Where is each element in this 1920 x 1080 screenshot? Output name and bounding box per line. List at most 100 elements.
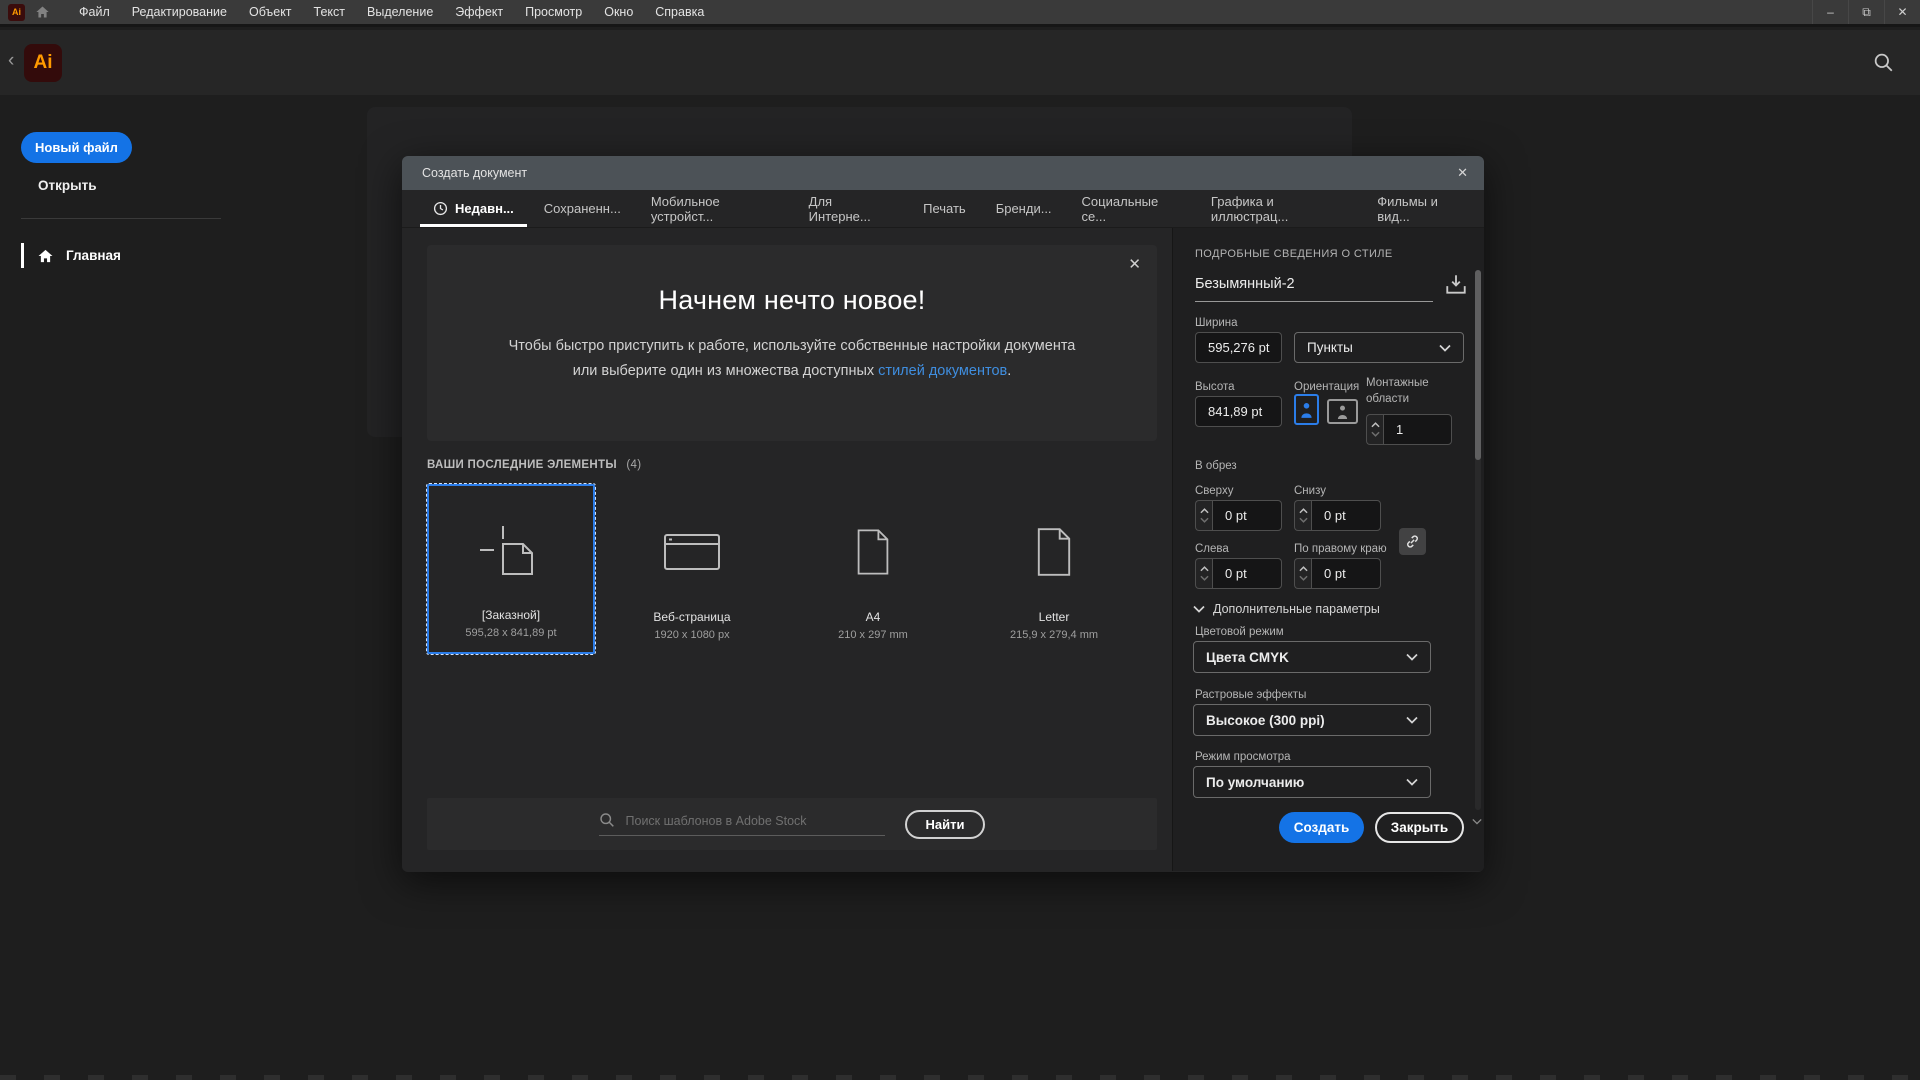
units-dropdown[interactable]: Пункты bbox=[1294, 332, 1464, 363]
orientation-landscape-button[interactable] bbox=[1327, 399, 1358, 424]
menu-view[interactable]: Просмотр bbox=[514, 0, 593, 24]
document-icon bbox=[855, 484, 891, 610]
link-bleed-values-button[interactable] bbox=[1399, 528, 1426, 555]
cancel-button[interactable]: Закрыть bbox=[1375, 812, 1464, 843]
close-icon[interactable]: ✕ bbox=[1128, 255, 1141, 273]
scrollbar-thumb[interactable] bbox=[1475, 270, 1481, 460]
height-input[interactable]: 841,89 pt bbox=[1195, 396, 1282, 427]
stepper-arrows[interactable] bbox=[1294, 558, 1311, 589]
search-icon[interactable] bbox=[1873, 52, 1894, 73]
artboards-input[interactable]: 1 bbox=[1383, 414, 1452, 445]
recent-items-heading: ВАШИ ПОСЛЕДНИЕ ЭЛЕМЕНТЫ (4) bbox=[427, 459, 641, 471]
recent-item-custom[interactable]: [Заказной] 595,28 x 841,89 pt bbox=[427, 484, 595, 654]
document-icon bbox=[1035, 484, 1073, 610]
illustrator-logo: Ai bbox=[24, 44, 62, 82]
tab-label: Недавн... bbox=[455, 201, 514, 216]
recent-item-name: A4 bbox=[866, 610, 881, 624]
close-icon[interactable]: ✕ bbox=[1457, 165, 1468, 181]
window-controls: – ⧉ ✕ bbox=[1812, 0, 1920, 24]
menu-edit[interactable]: Редактирование bbox=[121, 0, 238, 24]
bleed-right-input[interactable]: 0 pt bbox=[1311, 558, 1381, 589]
preview-mode-value: По умолчанию bbox=[1206, 775, 1304, 790]
document-presets-link[interactable]: стилей документов bbox=[878, 363, 1007, 379]
clipped-bottom-row bbox=[0, 1075, 1920, 1080]
orientation-portrait-button[interactable] bbox=[1294, 394, 1319, 425]
color-mode-value: Цвета CMYK bbox=[1206, 650, 1289, 665]
menu-effect[interactable]: Эффект bbox=[444, 0, 514, 24]
recent-items-grid: [Заказной] 595,28 x 841,89 pt Веб-страни… bbox=[427, 484, 1138, 654]
tab-social[interactable]: Социальные се... bbox=[1067, 190, 1196, 227]
tab-branding[interactable]: Бренди... bbox=[981, 190, 1067, 227]
stock-search-input[interactable]: Поиск шаблонов в Adobe Stock bbox=[599, 812, 885, 836]
width-input[interactable]: 595,276 pt bbox=[1195, 332, 1282, 363]
preview-mode-dropdown[interactable]: По умолчанию bbox=[1193, 766, 1431, 798]
document-name-input[interactable]: Безымянный-2 bbox=[1195, 276, 1433, 302]
recent-item-name: Веб-страница bbox=[653, 610, 730, 624]
back-chevron-icon[interactable]: ‹ bbox=[8, 50, 14, 72]
open-button[interactable]: Открыть bbox=[38, 178, 97, 193]
recent-item-web-page[interactable]: Веб-страница 1920 x 1080 px bbox=[608, 484, 776, 654]
bleed-top-input[interactable]: 0 pt bbox=[1212, 500, 1282, 531]
close-window-button[interactable]: ✕ bbox=[1884, 0, 1920, 24]
menu-help[interactable]: Справка bbox=[644, 0, 715, 24]
artboards-stepper[interactable]: 1 bbox=[1366, 414, 1452, 445]
search-icon bbox=[599, 812, 615, 828]
hero-text: Чтобы быстро приступить к работе, исполь… bbox=[497, 334, 1087, 383]
tab-recent[interactable]: Недавн... bbox=[418, 190, 529, 227]
hero-title: Начнем нечто новое! bbox=[427, 245, 1157, 316]
height-label: Высота bbox=[1195, 381, 1235, 393]
chevron-down-icon bbox=[1193, 605, 1205, 613]
menu-object[interactable]: Объект bbox=[238, 0, 303, 24]
minimize-button[interactable]: – bbox=[1812, 0, 1848, 24]
home-icon[interactable] bbox=[35, 5, 50, 19]
scroll-down-icon[interactable] bbox=[1472, 818, 1482, 825]
hero-text-end: . bbox=[1007, 363, 1011, 379]
tab-saved[interactable]: Сохраненн... bbox=[529, 190, 636, 227]
tab-mobile[interactable]: Мобильное устройст... bbox=[636, 190, 794, 227]
bleed-bottom-stepper[interactable]: 0 pt bbox=[1294, 500, 1381, 531]
sidebar-divider bbox=[21, 218, 221, 219]
stepper-arrows[interactable] bbox=[1366, 414, 1383, 445]
bleed-left-input[interactable]: 0 pt bbox=[1212, 558, 1282, 589]
bleed-left-label: Слева bbox=[1195, 543, 1229, 555]
sidebar-item-home[interactable]: Главная bbox=[21, 243, 121, 268]
recent-item-a4[interactable]: A4 210 x 297 mm bbox=[789, 484, 957, 654]
search-placeholder: Поиск шаблонов в Adobe Stock bbox=[626, 814, 807, 828]
menu-file[interactable]: Файл bbox=[68, 0, 121, 24]
raster-effects-label: Растровые эффекты bbox=[1195, 689, 1306, 701]
raster-effects-value: Высокое (300 ppi) bbox=[1206, 713, 1325, 728]
bleed-left-stepper[interactable]: 0 pt bbox=[1195, 558, 1282, 589]
scrollbar[interactable] bbox=[1475, 270, 1481, 810]
tab-art-illustration[interactable]: Графика и иллюстрац... bbox=[1196, 190, 1362, 227]
recent-item-letter[interactable]: Letter 215,9 x 279,4 mm bbox=[970, 484, 1138, 654]
bleed-top-stepper[interactable]: 0 pt bbox=[1195, 500, 1282, 531]
chevron-down-icon bbox=[1406, 716, 1418, 724]
sidebar-item-label: Главная bbox=[66, 248, 121, 263]
tab-film-video[interactable]: Фильмы и вид... bbox=[1362, 190, 1484, 227]
recent-item-name: Letter bbox=[1039, 610, 1070, 624]
hero-banner: ✕ Начнем нечто новое! Чтобы быстро прист… bbox=[427, 245, 1157, 441]
create-button[interactable]: Создать bbox=[1279, 812, 1364, 843]
raster-effects-dropdown[interactable]: Высокое (300 ppi) bbox=[1193, 704, 1431, 736]
menu-select[interactable]: Выделение bbox=[356, 0, 444, 24]
recent-item-size: 595,28 x 841,89 pt bbox=[465, 627, 556, 639]
restore-button[interactable]: ⧉ bbox=[1848, 0, 1884, 24]
find-button[interactable]: Найти bbox=[905, 810, 986, 839]
bleed-bottom-label: Снизу bbox=[1294, 485, 1326, 497]
save-preset-icon[interactable] bbox=[1444, 272, 1468, 296]
color-mode-dropdown[interactable]: Цвета CMYK bbox=[1193, 641, 1431, 673]
tab-web[interactable]: Для Интерне... bbox=[794, 190, 908, 227]
stepper-arrows[interactable] bbox=[1195, 500, 1212, 531]
home-icon bbox=[37, 248, 54, 264]
menu-window[interactable]: Окно bbox=[593, 0, 644, 24]
stepper-arrows[interactable] bbox=[1195, 558, 1212, 589]
bleed-right-stepper[interactable]: 0 pt bbox=[1294, 558, 1381, 589]
new-file-button[interactable]: Новый файл bbox=[21, 132, 132, 163]
dialog-tabs: Недавн... Сохраненн... Мобильное устройс… bbox=[402, 190, 1484, 228]
menu-bar: Файл Редактирование Объект Текст Выделен… bbox=[68, 0, 715, 24]
menu-type[interactable]: Текст bbox=[303, 0, 356, 24]
advanced-options-toggle[interactable]: Дополнительные параметры bbox=[1193, 602, 1380, 616]
stepper-arrows[interactable] bbox=[1294, 500, 1311, 531]
bleed-bottom-input[interactable]: 0 pt bbox=[1311, 500, 1381, 531]
tab-print[interactable]: Печать bbox=[908, 190, 981, 227]
